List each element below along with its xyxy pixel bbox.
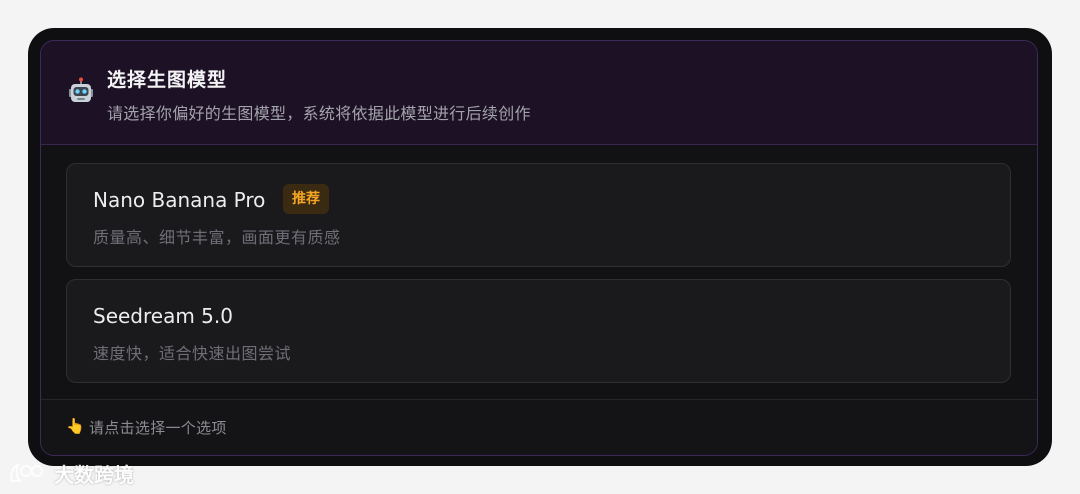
option-description: 质量高、细节丰富，画面更有质感 (93, 228, 341, 247)
recommended-badge: 推荐 (283, 184, 329, 214)
watermark-logo-icon (10, 463, 43, 482)
dialog-subtitle: 请选择你偏好的生图模型，系统将依据此模型进行后续创作 (107, 104, 531, 123)
option-seedream[interactable]: Seedream 5.0 速度快，适合快速出图尝试 (66, 279, 1011, 383)
footer-hint: 请点击选择一个选项 (89, 419, 227, 437)
option-title: Nano Banana Pro (93, 188, 266, 212)
option-description: 速度快，适合快速出图尝试 (93, 344, 292, 363)
dialog-title: 选择生图模型 (107, 69, 228, 91)
card-footer: 👆 请点击选择一个选项 (41, 399, 1037, 455)
model-select-card: 选择生图模型 请选择你偏好的生图模型，系统将依据此模型进行后续创作 Nano B… (40, 40, 1038, 456)
robot-icon (69, 77, 93, 102)
option-title: Seedream 5.0 (93, 304, 233, 328)
card-header: 选择生图模型 请选择你偏好的生图模型，系统将依据此模型进行后续创作 (41, 41, 1037, 145)
watermark: 大数跨境 (8, 458, 134, 488)
dialog-window: 选择生图模型 请选择你偏好的生图模型，系统将依据此模型进行后续创作 Nano B… (28, 28, 1052, 466)
pointing-hand-icon: 👆 (66, 417, 85, 435)
watermark-text: 大数跨境 (54, 462, 134, 487)
option-nano-banana-pro[interactable]: Nano Banana Pro 推荐 质量高、细节丰富，画面更有质感 (66, 163, 1011, 267)
